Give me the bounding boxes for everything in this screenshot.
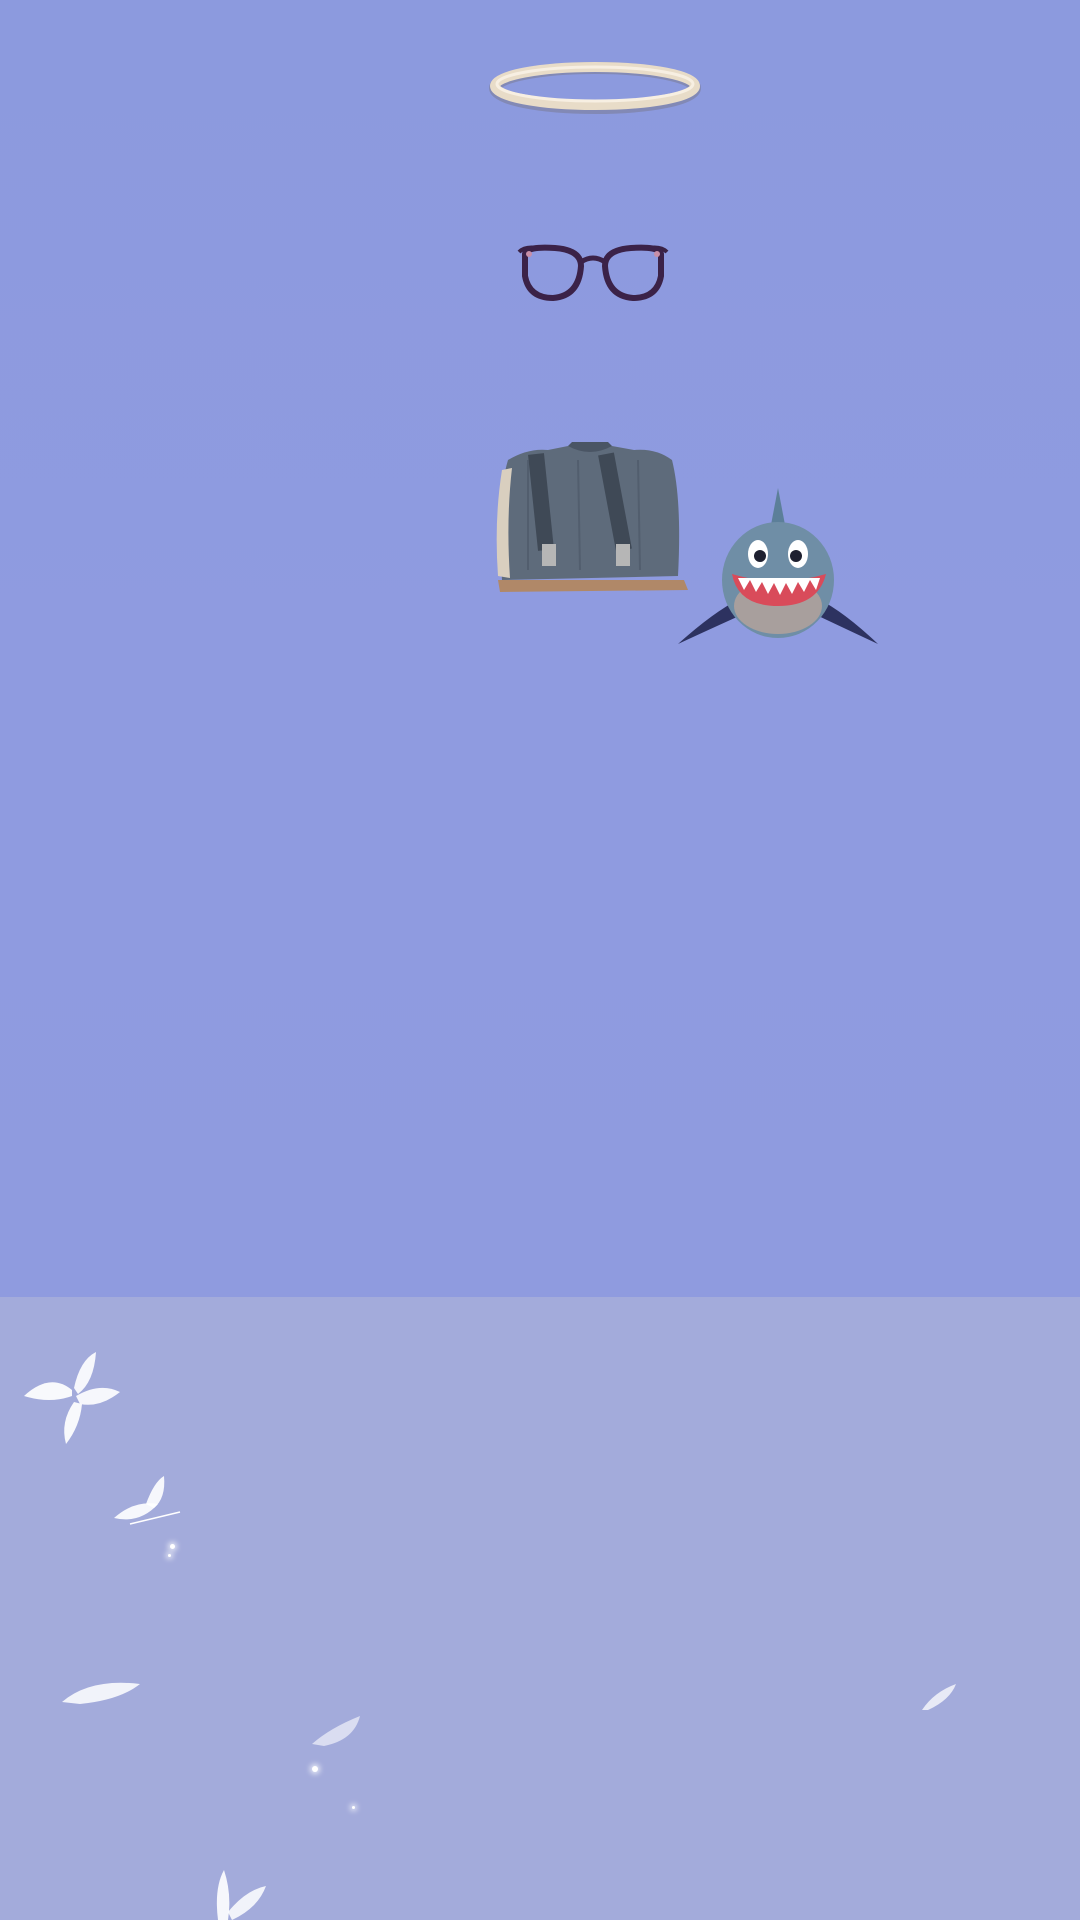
butterfly-icon bbox=[20, 1352, 124, 1452]
feather-icon bbox=[310, 1714, 362, 1748]
sparkle-icon bbox=[312, 1766, 318, 1772]
feather-icon bbox=[920, 1682, 960, 1712]
suspenders-vest-icon[interactable] bbox=[488, 440, 692, 600]
shark-pet-icon[interactable] bbox=[668, 488, 888, 650]
sparkle-icon bbox=[168, 1554, 171, 1557]
sparkle-icon bbox=[170, 1544, 175, 1549]
glasses-icon[interactable] bbox=[515, 240, 671, 306]
butterfly-icon bbox=[200, 1868, 270, 1920]
sky-background bbox=[0, 0, 1080, 1297]
butterfly-icon bbox=[110, 1474, 184, 1532]
sparkle-icon bbox=[352, 1806, 355, 1809]
feather-icon bbox=[60, 1674, 146, 1708]
game-scene bbox=[0, 0, 1080, 1920]
bottom-panel bbox=[0, 1297, 1080, 1920]
halo-icon[interactable] bbox=[488, 58, 702, 118]
